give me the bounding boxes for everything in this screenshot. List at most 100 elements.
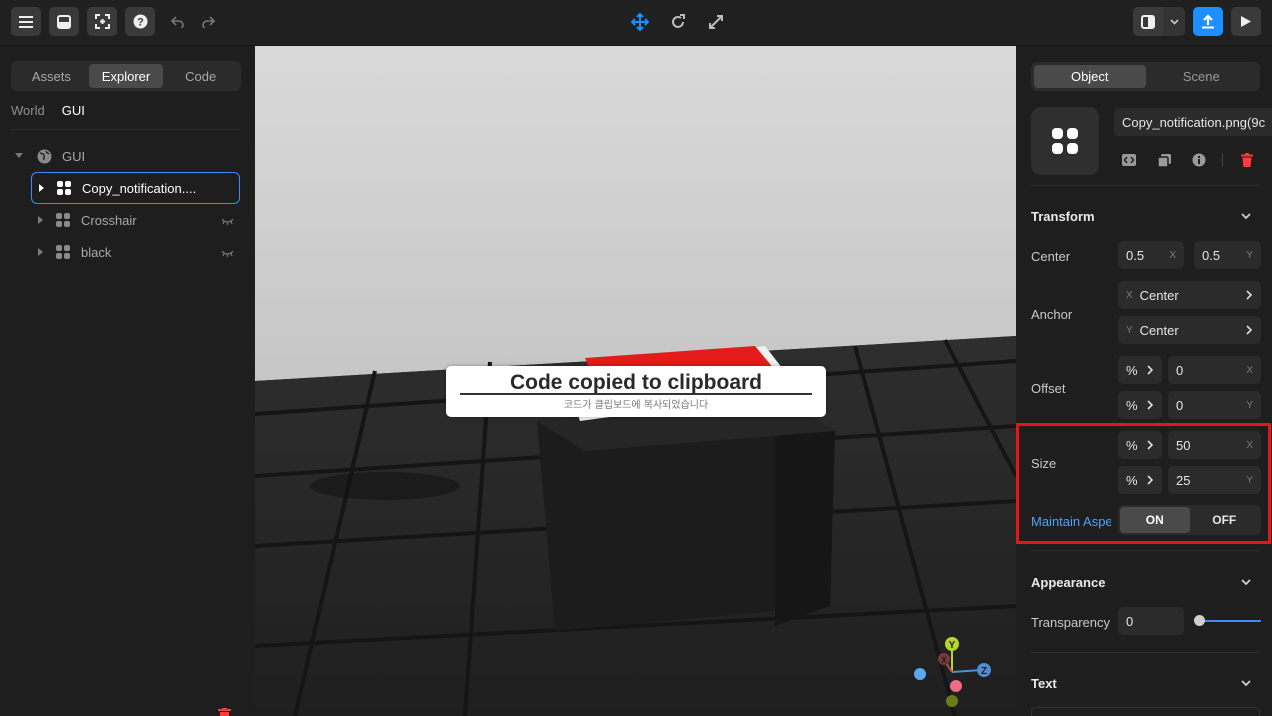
info-icon[interactable] xyxy=(1189,150,1209,170)
caret-right-icon[interactable] xyxy=(35,184,47,192)
size-x-unit-select[interactable]: % xyxy=(1118,431,1162,459)
tree-item-label: black xyxy=(81,244,112,260)
inspector-panel: Object Scene Copy_notification.png(9c Tr… xyxy=(1016,46,1272,716)
offset-label: Offset xyxy=(1031,381,1066,396)
axis-x-label: X xyxy=(941,655,947,665)
offset-x-unit-select[interactable]: % xyxy=(1118,356,1162,384)
duplicate-icon[interactable] xyxy=(1154,150,1174,170)
offset-x-field[interactable]: 0 X xyxy=(1168,356,1261,384)
offset-y-value: 0 xyxy=(1176,397,1184,413)
publish-icon[interactable] xyxy=(1193,7,1223,36)
image-object-icon xyxy=(56,213,70,227)
layout-icon[interactable] xyxy=(1133,7,1163,36)
image-object-icon xyxy=(1052,128,1078,154)
maintain-aspect-label[interactable]: Maintain Aspe xyxy=(1031,514,1111,529)
toast-title: Code copied to clipboard xyxy=(509,371,762,394)
globe-icon xyxy=(37,149,52,164)
tab-scene[interactable]: Scene xyxy=(1146,65,1258,88)
rotate-icon[interactable] xyxy=(668,12,688,32)
eye-closed-icon[interactable] xyxy=(221,213,234,228)
eye-closed-icon[interactable] xyxy=(221,245,234,260)
chevron-down-icon[interactable] xyxy=(1239,676,1253,690)
explorer-subtabs: World GUI xyxy=(11,103,85,118)
tab-code[interactable]: Code xyxy=(163,64,238,88)
top-toolbar: ? xyxy=(0,0,1272,46)
tree-item-copy-notification[interactable]: Copy_notification.... xyxy=(31,172,240,204)
anchor-x-value: Center xyxy=(1139,287,1179,303)
trash-icon[interactable] xyxy=(218,706,231,716)
delete-icon[interactable] xyxy=(1237,150,1257,170)
anchor-x-select[interactable]: X Center xyxy=(1118,281,1261,309)
transparency-value: 0 xyxy=(1126,613,1134,629)
axis-x-tag: X xyxy=(1169,249,1176,261)
axis-gizmo[interactable]: Y Z X xyxy=(910,634,1000,714)
size-x-field[interactable]: 50 X xyxy=(1168,431,1261,459)
transparency-slider-track[interactable] xyxy=(1201,620,1261,622)
size-y-unit-select[interactable]: % xyxy=(1118,466,1162,494)
tab-object[interactable]: Object xyxy=(1034,65,1146,88)
subtab-gui[interactable]: GUI xyxy=(62,103,85,118)
tree-root-gui[interactable]: GUI xyxy=(11,140,240,172)
size-x-unit: % xyxy=(1126,437,1138,453)
center-label: Center xyxy=(1031,249,1071,264)
redo-icon[interactable] xyxy=(198,12,218,32)
code-icon[interactable] xyxy=(1119,150,1139,170)
explorer-panel: Assets Explorer Code World GUI GUI Copy_… xyxy=(0,46,255,716)
inbox-icon[interactable] xyxy=(49,7,79,36)
axis-x-tag: X xyxy=(1246,439,1253,451)
divider xyxy=(1222,153,1223,167)
axis-y-tag: Y xyxy=(1246,249,1253,261)
anchor-y-select[interactable]: Y Center xyxy=(1118,316,1261,344)
tree-item-label: Crosshair xyxy=(81,212,137,228)
chevron-down-icon[interactable] xyxy=(1163,7,1185,36)
center-y-value: 0.5 xyxy=(1202,247,1221,263)
chevron-right-icon xyxy=(1246,325,1252,335)
appearance-title: Appearance xyxy=(1031,575,1106,590)
aspect-off-button[interactable]: OFF xyxy=(1190,507,1260,533)
chevron-down-icon[interactable] xyxy=(1239,575,1253,589)
aspect-on-button[interactable]: ON xyxy=(1120,507,1190,533)
object-thumbnail xyxy=(1031,107,1099,175)
menu-icon[interactable] xyxy=(11,7,41,36)
subtab-world[interactable]: World xyxy=(11,103,45,118)
chevron-right-icon xyxy=(1147,440,1153,450)
caret-down-icon[interactable] xyxy=(11,153,27,159)
tab-assets[interactable]: Assets xyxy=(14,64,89,88)
undo-icon[interactable] xyxy=(168,12,188,32)
offset-y-unit: % xyxy=(1126,397,1138,413)
offset-y-field[interactable]: 0 Y xyxy=(1168,391,1261,419)
offset-x-value: 0 xyxy=(1176,362,1184,378)
tab-explorer[interactable]: Explorer xyxy=(88,64,164,88)
text-field-partial[interactable] xyxy=(1031,707,1260,716)
caret-right-icon[interactable] xyxy=(34,216,46,224)
transparency-slider-handle[interactable] xyxy=(1194,615,1205,626)
size-label: Size xyxy=(1031,456,1057,471)
transparency-field[interactable]: 0 xyxy=(1118,607,1184,635)
size-y-field[interactable]: 25 Y xyxy=(1168,466,1261,494)
play-icon[interactable] xyxy=(1231,7,1261,36)
help-icon[interactable]: ? xyxy=(125,7,155,36)
axis-y-tag: Y xyxy=(1126,324,1133,336)
tree-root-label: GUI xyxy=(62,148,86,164)
capture-icon[interactable] xyxy=(87,7,117,36)
chevron-down-icon[interactable] xyxy=(1239,209,1253,223)
scale-icon[interactable] xyxy=(706,12,726,32)
offset-x-unit: % xyxy=(1126,362,1138,378)
object-name-field[interactable]: Copy_notification.png(9c xyxy=(1114,108,1272,136)
tree-item-black[interactable]: black xyxy=(31,236,240,268)
axis-z-label: Z xyxy=(981,666,987,677)
move-icon[interactable] xyxy=(630,12,650,32)
scene-viewport[interactable]: Code copied to clipboard 코드가 클립보드에 복사되었습… xyxy=(255,46,1016,716)
chevron-right-icon xyxy=(1147,475,1153,485)
size-y-unit: % xyxy=(1126,472,1138,488)
anchor-label: Anchor xyxy=(1031,307,1073,322)
divider xyxy=(11,129,240,130)
center-y-field[interactable]: 0.5 Y xyxy=(1194,241,1261,269)
caret-right-icon[interactable] xyxy=(34,248,46,256)
maintain-aspect-toggle[interactable]: ON OFF xyxy=(1118,505,1261,535)
divider xyxy=(1031,550,1260,551)
offset-y-unit-select[interactable]: % xyxy=(1118,391,1162,419)
center-x-field[interactable]: 0.5 X xyxy=(1118,241,1184,269)
divider xyxy=(1031,652,1260,653)
tree-item-crosshair[interactable]: Crosshair xyxy=(31,204,240,236)
